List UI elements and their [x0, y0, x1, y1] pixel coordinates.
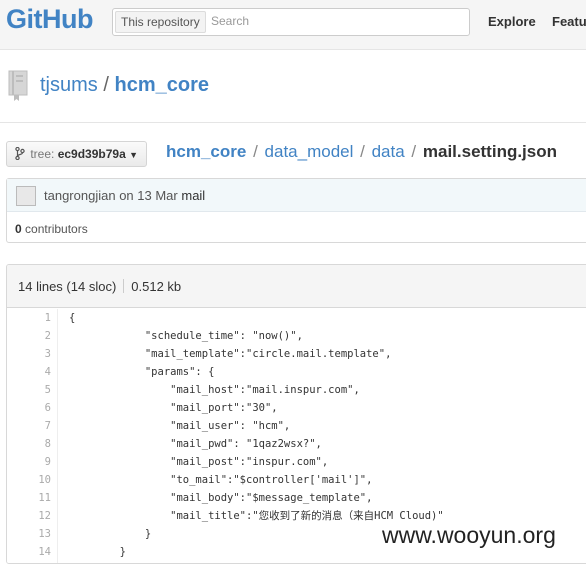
code-line: "schedule_time": "now()", [69, 330, 303, 342]
line-number[interactable]: 8 [21, 435, 51, 453]
line-number[interactable]: 6 [21, 399, 51, 417]
contributors-label: contributors [25, 222, 88, 236]
line-number[interactable]: 9 [21, 453, 51, 471]
code-line: "mail_post":"inspur.com", [69, 456, 329, 468]
file-size: 0.512 kb [131, 279, 182, 294]
commit-header: tangrongjian on 13 Mar mail [7, 179, 586, 212]
code-line: "to_mail":"$controller['mail']", [69, 474, 373, 486]
code-line: "mail_host":"mail.inspur.com", [69, 384, 360, 396]
latest-commit-box: tangrongjian on 13 Mar mail 0 contributo… [6, 178, 586, 243]
breadcrumb-file-name: mail.setting.json [422, 142, 558, 161]
line-number[interactable]: 13 [21, 525, 51, 543]
line-number[interactable]: 7 [21, 417, 51, 435]
repo-book-icon [8, 70, 28, 101]
breadcrumb-data-link[interactable]: data [372, 142, 405, 161]
repo-name-link[interactable]: hcm_core [114, 74, 209, 96]
file-header: 14 lines (14 sloc) 0.512 kb [7, 265, 586, 308]
commit-date: on 13 Mar [119, 188, 178, 203]
branch-value: ec9d39b79a [57, 147, 126, 161]
file-info: 14 lines (14 sloc) 0.512 kb [18, 279, 181, 294]
file-line-count: 14 lines (14 sloc) [18, 279, 117, 294]
branch-label: tree: [30, 147, 55, 161]
code-line: "mail_template":"circle.mail.template", [69, 348, 392, 360]
title-divider [0, 122, 586, 123]
commit-author-link[interactable]: tangrongjian [44, 188, 116, 203]
avatar[interactable] [16, 186, 36, 206]
file-info-divider [123, 279, 125, 293]
line-number[interactable]: 12 [21, 507, 51, 525]
code-line: } [69, 546, 126, 558]
code-line: "params": { [69, 366, 215, 378]
search-scope-label: This repository [115, 11, 206, 33]
search-input[interactable]: Search [211, 14, 249, 28]
github-logo[interactable]: GitHub [6, 4, 93, 35]
breadcrumb-separator: / [411, 142, 417, 161]
code-line: "mail_user": "hcm", [69, 420, 291, 432]
commit-summary: tangrongjian on 13 Mar mail [44, 188, 205, 203]
contributors-info: 0 contributors [15, 222, 88, 236]
contributors-count: 0 [15, 222, 22, 236]
branch-selector-button[interactable]: tree: ec9d39b79a ▼ [6, 141, 148, 167]
breadcrumb-data-model-link[interactable]: data_model [265, 142, 354, 161]
nav-features-link[interactable]: Featu [552, 14, 586, 29]
file-viewer: 14 lines (14 sloc) 0.512 kb 1 2 3 4 5 6 7… [6, 264, 586, 564]
repo-title-separator: / [103, 74, 109, 96]
line-number[interactable]: 3 [21, 345, 51, 363]
line-number[interactable]: 10 [21, 471, 51, 489]
watermark: www.wooyun.org [380, 522, 558, 549]
line-number[interactable]: 5 [21, 381, 51, 399]
breadcrumb-separator: / [360, 142, 365, 161]
search-box[interactable]: This repository Search [112, 8, 470, 36]
line-number-gutter: 1 2 3 4 5 6 7 8 9 10 11 12 13 14 [7, 309, 58, 563]
repo-title: tjsums / hcm_core [40, 74, 209, 97]
branch-icon [15, 146, 25, 161]
line-number[interactable]: 4 [21, 363, 51, 381]
code-line: "mail_body":"$message_template", [69, 492, 373, 504]
chevron-down-icon: ▼ [129, 150, 139, 160]
line-number[interactable]: 2 [21, 327, 51, 345]
line-number[interactable]: 14 [21, 543, 51, 561]
commit-message-link[interactable]: mail [181, 188, 205, 203]
repo-owner-link[interactable]: tjsums [40, 74, 98, 96]
line-number[interactable]: 11 [21, 489, 51, 507]
code-line: "mail_port":"30", [69, 402, 278, 414]
code-line: "mail_pwd": "1qaz2wsx?", [69, 438, 322, 450]
line-number[interactable]: 1 [21, 309, 51, 327]
code-line: } [69, 528, 152, 540]
nav-explore-link[interactable]: Explore [488, 14, 536, 29]
breadcrumb-separator: / [253, 142, 258, 161]
site-header: GitHub This repository Search Explore Fe… [0, 0, 586, 50]
breadcrumb: hcm_core / data_model / data / mail.sett… [166, 142, 557, 162]
code-line: { [69, 312, 76, 324]
breadcrumb-root-link[interactable]: hcm_core [166, 142, 246, 161]
